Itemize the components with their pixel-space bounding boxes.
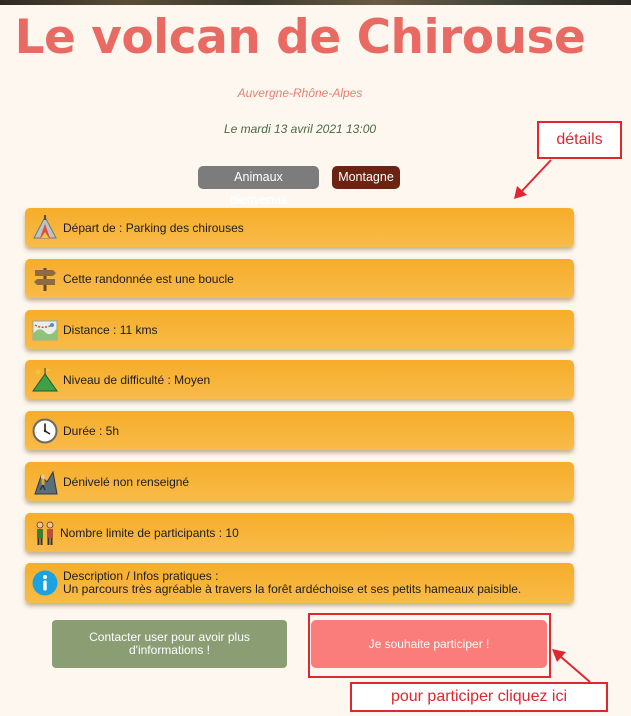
- detail-row-departure: Départ de : Parking des chirouses: [25, 208, 574, 247]
- info-icon: [30, 568, 60, 598]
- contact-organizer-button[interactable]: Contacter user pour avoir plus d'informa…: [52, 620, 287, 668]
- annotation-details-label: détails: [537, 121, 622, 159]
- signpost-icon: [30, 264, 60, 294]
- header-photo-strip: [0, 0, 631, 5]
- detail-elevation-text: Dénivelé non renseigné: [63, 474, 190, 489]
- detail-row-loop: Cette randonnée est une boucle: [25, 259, 574, 298]
- annotation-arrows: [514, 159, 591, 683]
- hike-date: Le mardi 13 avril 2021 13:00: [223, 122, 377, 136]
- map-icon: [30, 315, 60, 345]
- detail-departure-text: Départ de : Parking des chirouses: [63, 220, 244, 235]
- annotation-arrow-participate: [552, 649, 591, 683]
- detail-row-duration: Durée : 5h: [25, 411, 574, 450]
- detail-difficulty-text: Niveau de difficulté : Moyen: [63, 372, 211, 387]
- tag-mountain: Montagne: [332, 166, 400, 189]
- annotation-participate-label: pour participer cliquez ici: [350, 682, 608, 712]
- description-text: Un parcours très agréable à travers la f…: [63, 582, 522, 596]
- page-title: Le volcan de Chirouse: [14, 10, 586, 65]
- region-label: Auvergne-Rhône-Alpes: [237, 86, 363, 100]
- detail-distance-text: Distance : 11 kms: [63, 322, 158, 337]
- description-block: Description / Infos pratiques : Un parco…: [63, 570, 521, 596]
- annotation-arrow-details: [514, 159, 552, 199]
- clock-icon: [30, 416, 60, 446]
- mountain-summit-icon: [30, 365, 60, 395]
- climber-icon: [30, 467, 60, 497]
- detail-row-difficulty: Niveau de difficulté : Moyen: [25, 360, 574, 399]
- annotation-participate-frame: [308, 613, 551, 678]
- detail-duration-text: Durée : 5h: [63, 423, 120, 438]
- detail-row-description: Description / Infos pratiques : Un parco…: [25, 563, 574, 603]
- campfire-tent-icon: [30, 213, 60, 243]
- tag-animals-welcome: Animaux bienvenus: [198, 166, 319, 207]
- detail-row-elevation: Dénivelé non renseigné: [25, 462, 574, 501]
- detail-participants-text: Nombre limite de participants : 10: [60, 525, 239, 540]
- detail-row-participants: Nombre limite de participants : 10: [25, 513, 574, 552]
- detail-row-distance: Distance : 11 kms: [25, 310, 574, 349]
- detail-loop-text: Cette randonnée est une boucle: [63, 271, 234, 286]
- hikers-icon: [30, 518, 60, 548]
